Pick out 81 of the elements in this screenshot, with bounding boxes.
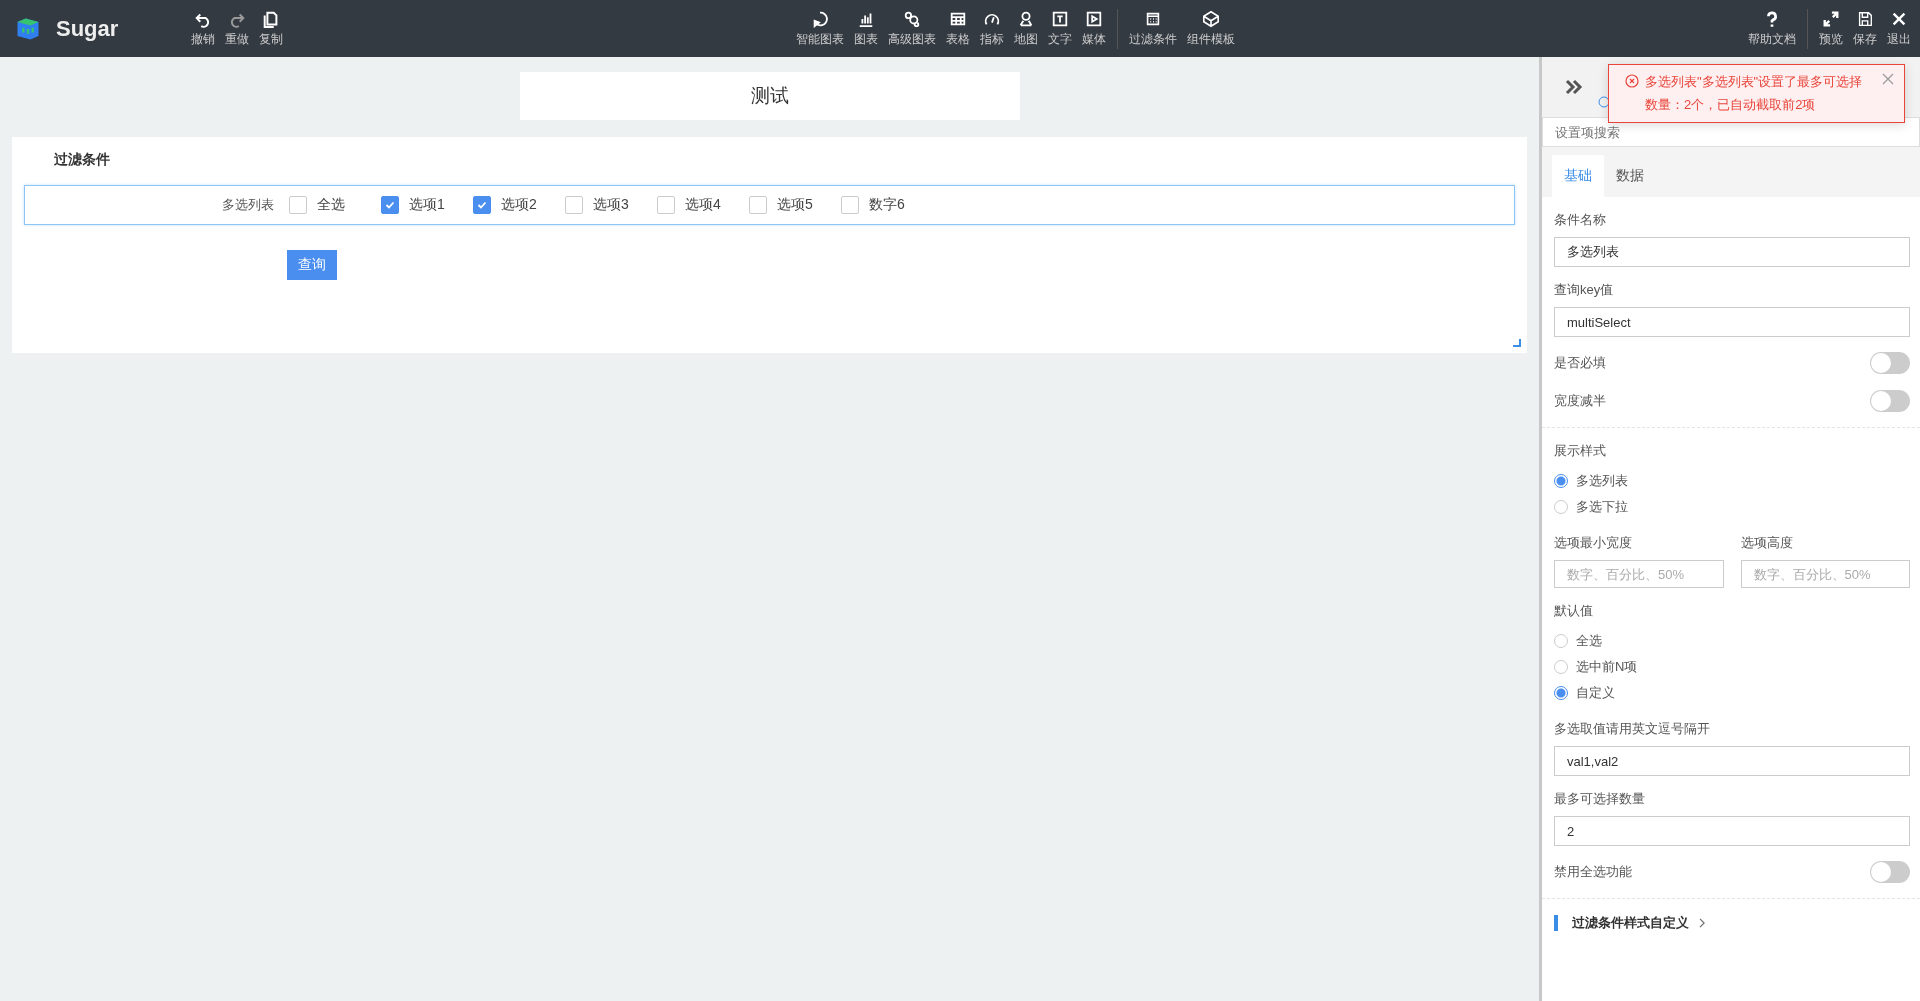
toolbar-button[interactable]: 保存 <box>1848 9 1882 48</box>
input-field[interactable]: 数字、百分比、50% <box>1740 560 1910 588</box>
close-icon[interactable] <box>1882 73 1894 85</box>
check-icon <box>476 199 488 211</box>
toolbar-button[interactable]: 地图 <box>1009 9 1043 48</box>
circles-icon <box>903 9 921 28</box>
checkbox-option[interactable]: 选项2 <box>473 196 565 214</box>
radio-option[interactable]: 多选下拉 <box>1554 494 1910 520</box>
toggle-switch[interactable] <box>1870 861 1910 883</box>
toolbar-button[interactable]: 组件模板 <box>1182 9 1240 48</box>
checkbox[interactable] <box>565 196 583 214</box>
toolbar-button[interactable]: 媒体 <box>1077 9 1111 48</box>
checkbox[interactable] <box>657 196 675 214</box>
checkbox-option[interactable]: 数字6 <box>841 196 933 214</box>
tab[interactable]: 基础 <box>1552 155 1604 197</box>
checkbox[interactable] <box>841 196 859 214</box>
toolbar-button[interactable]: 复制 <box>254 9 288 48</box>
toggle-switch[interactable] <box>1870 390 1910 412</box>
text-box-icon <box>1051 9 1069 28</box>
app-name: Sugar <box>56 15 119 42</box>
radio-option[interactable]: 多选列表 <box>1554 468 1910 494</box>
input-field[interactable]: 多选列表 <box>1554 237 1910 267</box>
input-field[interactable]: multiSelect <box>1554 307 1910 337</box>
toolbar-button[interactable]: 智能图表 <box>791 9 849 48</box>
toast-message: 多选列表"多选列表"设置了最多可选择数量：2个，已自动截取前2项 <box>1645 73 1864 114</box>
field-label: 查询key值 <box>1554 281 1615 299</box>
toolbar-button[interactable]: 过滤条件 <box>1124 9 1182 48</box>
field-label: 展示样式 <box>1554 442 1607 460</box>
field-label: 选项高度 <box>1740 534 1794 552</box>
resize-handle-icon[interactable] <box>1513 339 1521 347</box>
card-title: 过滤条件 <box>53 150 111 169</box>
chevron-right-icon <box>1699 918 1706 928</box>
section-link[interactable]: 过滤条件样式自定义 <box>1554 915 1706 931</box>
checkbox-option[interactable]: 全选 <box>289 196 381 214</box>
toolbar-button[interactable]: 文字 <box>1043 9 1077 48</box>
checkbox-option[interactable]: 选项1 <box>381 196 473 214</box>
collapse-icon[interactable] <box>1564 77 1584 97</box>
radio-option[interactable]: 选中前N项 <box>1554 654 1910 680</box>
toolbar-button[interactable]: 图表 <box>849 9 883 48</box>
toolbar-button[interactable]: 预览 <box>1814 9 1848 48</box>
expand-icon <box>1822 9 1840 28</box>
help-button[interactable]: 帮助文档 <box>1743 9 1801 48</box>
report-title: 测试 <box>519 72 1020 120</box>
radio-option[interactable]: 自定义 <box>1554 680 1910 706</box>
play-icon <box>1085 9 1103 28</box>
checkbox[interactable] <box>381 196 399 214</box>
toggle-label: 宽度减半 <box>1554 392 1606 410</box>
input-field[interactable]: 2 <box>1554 816 1910 846</box>
toolbar-button[interactable]: 退出 <box>1882 9 1916 48</box>
save-icon <box>1856 9 1874 28</box>
toolbar-button[interactable]: 表格 <box>941 9 975 48</box>
checkbox[interactable] <box>473 196 491 214</box>
radio-button[interactable] <box>1554 686 1568 700</box>
toolbar-button[interactable]: 高级图表 <box>883 9 941 48</box>
radio-option[interactable]: 全选 <box>1554 628 1910 654</box>
check-icon <box>384 199 396 211</box>
toggle-label: 是否必填 <box>1554 354 1606 372</box>
cube-icon <box>1202 9 1220 28</box>
input-field[interactable]: 数字、百分比、50% <box>1554 560 1724 588</box>
error-icon <box>1625 74 1639 88</box>
copy-icon <box>262 9 280 28</box>
field-label: 默认值 <box>1554 602 1594 620</box>
checkbox-option[interactable]: 选项4 <box>657 196 749 214</box>
field-label: 多选取值请用英文逗号隔开 <box>1554 720 1711 738</box>
checkbox[interactable] <box>749 196 767 214</box>
checkbox-option[interactable]: 选项5 <box>749 196 841 214</box>
toggle-switch[interactable] <box>1870 352 1910 374</box>
search-field[interactable]: 设置项搜索 <box>1542 117 1920 147</box>
field-label: 选项最小宽度 <box>1554 534 1633 552</box>
input-field[interactable]: val1,val2 <box>1554 746 1910 776</box>
toolbar-button[interactable]: 撤销 <box>186 9 220 48</box>
radio-button[interactable] <box>1554 474 1568 488</box>
checkbox[interactable] <box>289 196 307 214</box>
field-label: 条件名称 <box>1554 211 1607 229</box>
filter-label: 多选列表 <box>221 196 274 214</box>
checkbox-option[interactable]: 选项3 <box>565 196 657 214</box>
toolbar-button[interactable]: 指标 <box>975 9 1009 48</box>
toggle-label: 禁用全选功能 <box>1554 863 1632 881</box>
chart-refresh-icon <box>811 9 829 28</box>
field-label: 最多可选择数量 <box>1554 790 1646 808</box>
tab[interactable]: 数据 <box>1604 155 1656 197</box>
